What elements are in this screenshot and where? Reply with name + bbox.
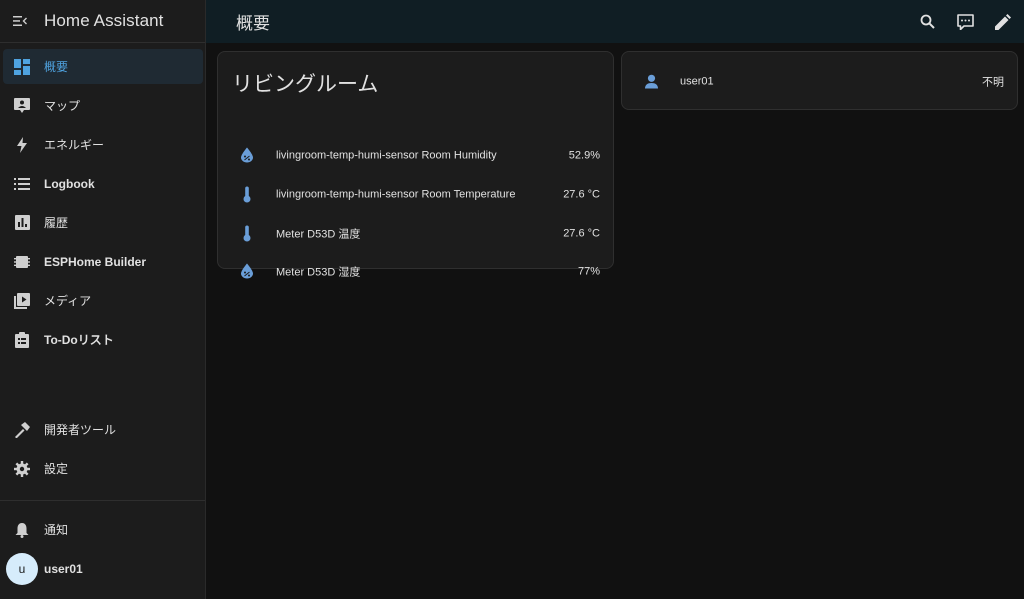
app-title: Home Assistant [44, 11, 164, 30]
assist-button[interactable] [946, 0, 984, 43]
entity-name: Meter D53D 湿度 [276, 266, 361, 278]
comment-processing-icon [956, 13, 974, 30]
living-room-card: リビングルーム livingroom-temp-humi-sensor Room… [217, 51, 614, 279]
menu-open-icon [13, 16, 27, 26]
sidebar-item-esphome[interactable]: ESPHome Builder [3, 244, 203, 279]
sidebar-item-settings[interactable]: 設定 [3, 451, 203, 486]
menu-toggle-button[interactable] [0, 0, 40, 43]
clipboard-list-icon [3, 331, 41, 348]
person-row[interactable]: user01 不明 [622, 62, 1017, 101]
sidebar-item-media[interactable]: メディア [3, 283, 203, 318]
water-percent-icon [218, 147, 276, 163]
water-percent-icon [218, 263, 276, 279]
sidebar-item-label: 通知 [44, 523, 69, 537]
sidebar-item-label: メディア [44, 294, 92, 308]
sidebar-item-map[interactable]: マップ [3, 88, 203, 123]
format-list-icon [3, 177, 41, 191]
person-card: user01 不明 [621, 51, 1018, 110]
search-button[interactable] [908, 0, 946, 43]
media-play-icon [3, 292, 41, 309]
sidebar-tools: 開発者ツール 設定 [0, 412, 206, 490]
entity-row[interactable]: livingroom-temp-humi-sensor Room Humidit… [218, 136, 613, 175]
sidebar-item-developer-tools[interactable]: 開発者ツール [3, 412, 203, 447]
entity-name: Meter D53D 温度 [276, 228, 361, 240]
cog-icon [3, 460, 41, 477]
entity-name: livingroom-temp-humi-sensor Room Humidit… [276, 149, 497, 161]
sidebar-item-notifications[interactable]: 通知 [3, 512, 203, 547]
sidebar: Home Assistant 概要 マップ エネルギー Logbook 履歴 E… [0, 0, 206, 599]
sidebar-footer: 通知 u user01 [0, 512, 206, 590]
entity-name: livingroom-temp-humi-sensor Room Tempera… [276, 188, 516, 200]
hammer-icon [3, 421, 41, 438]
sidebar-divider [0, 500, 205, 501]
avatar: u [6, 552, 38, 585]
sidebar-item-label: Logbook [44, 176, 95, 191]
sidebar-item-profile[interactable]: u user01 [3, 551, 203, 586]
lightning-bolt-icon [3, 136, 41, 153]
top-bar: 概要 [206, 0, 1024, 43]
avatar-wrapper: u [3, 552, 41, 585]
entity-row[interactable]: Meter D53D 湿度 77% [218, 252, 613, 291]
sidebar-item-label: ESPHome Builder [44, 254, 147, 269]
bell-icon [3, 522, 41, 538]
sidebar-item-history[interactable]: 履歴 [3, 205, 203, 240]
entity-row[interactable]: livingroom-temp-humi-sensor Room Tempera… [218, 175, 613, 214]
thermometer-icon [218, 225, 276, 241]
entity-value: 27.6 °C [563, 188, 600, 200]
sidebar-item-label: user01 [44, 561, 83, 576]
dashboard-icon [3, 58, 41, 75]
person-state: 不明 [982, 76, 1004, 88]
sidebar-item-overview[interactable]: 概要 [3, 49, 203, 84]
sidebar-item-label: マップ [44, 99, 81, 113]
sidebar-item-logbook[interactable]: Logbook [3, 166, 203, 201]
sidebar-item-label: エネルギー [44, 138, 105, 152]
sidebar-item-todo[interactable]: To-Doリスト [3, 322, 203, 357]
entity-value: 52.9% [568, 149, 600, 161]
sidebar-item-energy[interactable]: エネルギー [3, 127, 203, 162]
search-icon [920, 14, 935, 29]
edit-dashboard-button[interactable] [984, 0, 1022, 43]
card-title: リビングルーム [232, 73, 379, 96]
sidebar-item-label: 履歴 [44, 216, 69, 230]
person-name: user01 [680, 75, 714, 87]
page-title: 概要 [236, 14, 270, 33]
entity-value: 77% [577, 265, 600, 277]
map-account-icon [3, 97, 41, 114]
entity-row[interactable]: Meter D53D 温度 27.6 °C [218, 214, 613, 253]
sidebar-header: Home Assistant [0, 0, 205, 43]
sidebar-item-label: To-Doリスト [44, 333, 114, 347]
thermometer-icon [218, 186, 276, 202]
sidebar-nav: 概要 マップ エネルギー Logbook 履歴 ESPHome Builder … [0, 49, 206, 361]
pencil-icon [995, 13, 1011, 30]
sidebar-item-label: 概要 [44, 60, 69, 74]
sidebar-item-label: 設定 [44, 462, 69, 476]
sidebar-item-label: 開発者ツール [44, 423, 117, 437]
chart-box-icon [3, 215, 41, 230]
account-icon [622, 74, 680, 88]
entity-value: 27.6 °C [563, 227, 600, 239]
chip-icon [3, 255, 41, 269]
